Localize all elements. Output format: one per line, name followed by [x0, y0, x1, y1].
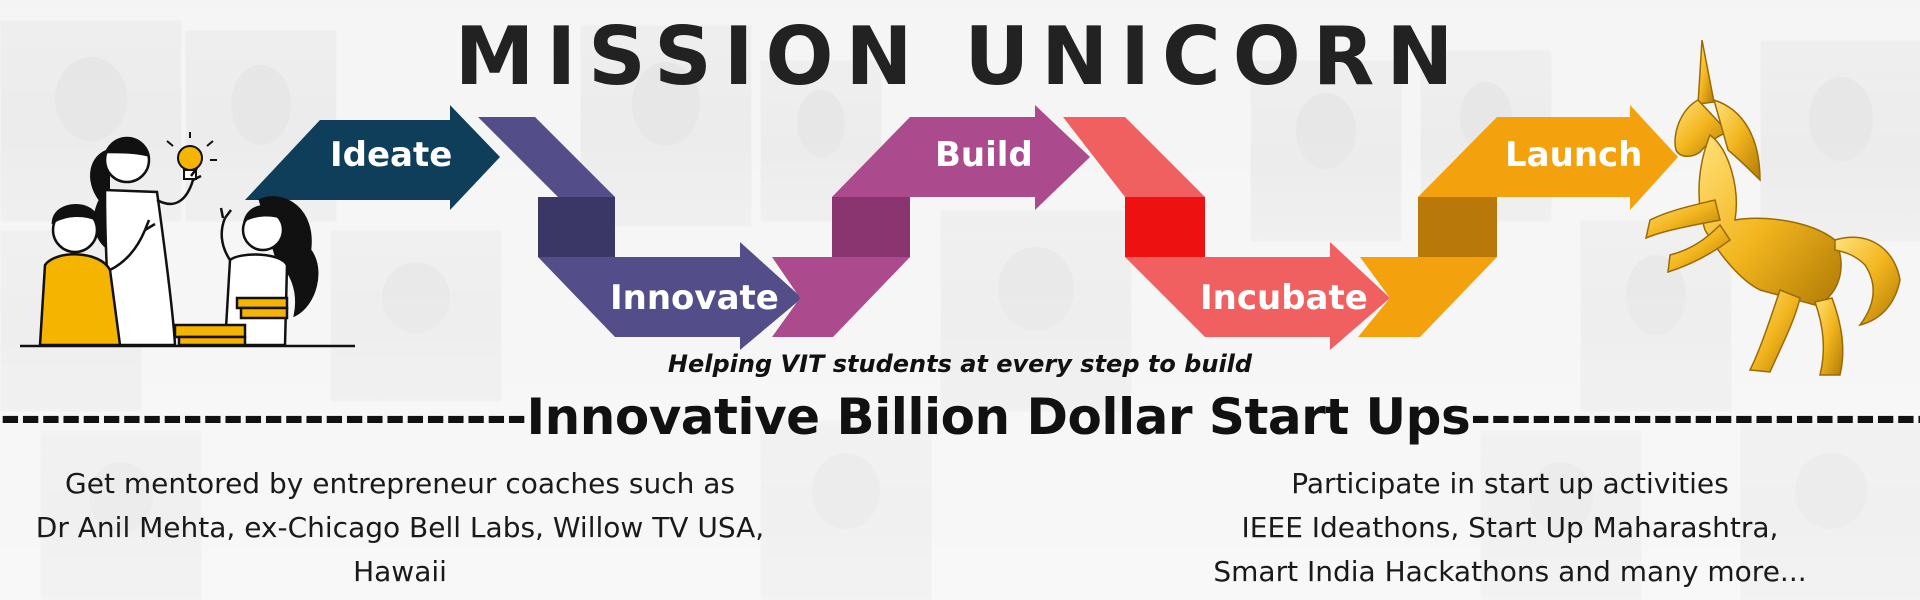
mentors-line: Dr Anil Mehta, ex-Chicago Bell Labs, Wil… — [35, 511, 765, 544]
golden-unicorn-illustration — [1644, 40, 1901, 376]
students-brainstorming-illustration — [20, 132, 355, 348]
incubate-connector-shadow — [1125, 197, 1205, 257]
headline: --------------------------Innovative Bil… — [0, 388, 1920, 446]
step-label-build: Build — [935, 135, 1033, 175]
activities-line: Participate in start up activities — [1291, 467, 1729, 500]
banner: MISSION UNICORN Ideate Innovate Build In… — [0, 0, 1920, 600]
step-label-innovate: Innovate — [610, 278, 779, 318]
step-label-incubate: Incubate — [1200, 278, 1368, 318]
lightbulb-icon — [166, 132, 217, 180]
innovate-connector-shadow — [538, 197, 615, 257]
launch-connector-shadow — [1418, 197, 1497, 257]
build-connector-shadow — [832, 197, 910, 257]
activities-line: IEEE Ideathons, Start Up Maharashtra, — [1241, 511, 1779, 544]
mentors-line: Get mentored by entrepreneur coaches suc… — [65, 467, 735, 500]
mentors-description: Get mentored by entrepreneur coaches suc… — [0, 462, 800, 594]
mentors-line: Hawaii — [353, 555, 447, 588]
activities-description: Participate in start up activities IEEE … — [1110, 462, 1910, 594]
activities-line: Smart India Hackathons and many more... — [1213, 555, 1807, 588]
tagline: Helping VIT students at every step to bu… — [667, 350, 1253, 378]
